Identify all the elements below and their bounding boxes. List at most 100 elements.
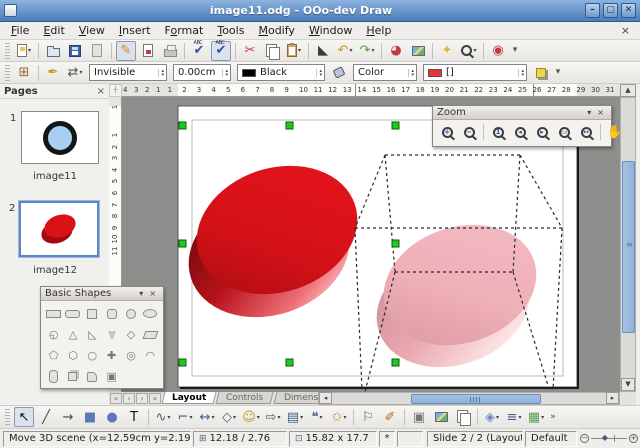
spinner-arrows[interactable]: ▴▾ <box>408 69 414 77</box>
cube-shape[interactable] <box>63 366 82 387</box>
diamond-shape[interactable]: ◇ <box>121 324 140 345</box>
cylinder-shape[interactable] <box>44 366 63 387</box>
new-document-dropdown[interactable]: ▾ <box>28 47 31 54</box>
from-file-icon[interactable] <box>431 407 451 427</box>
alignment-dropdown[interactable]: ▾ <box>518 414 521 421</box>
ellipse-icon[interactable]: ● <box>102 407 122 427</box>
isosceles-triangle-shape[interactable]: △ <box>63 324 82 345</box>
horizontal-scroll-thumb[interactable] <box>411 394 541 404</box>
text-icon[interactable]: T <box>124 407 144 427</box>
fill-type-select[interactable]: Color ▴▾ <box>353 64 417 81</box>
undo-icon[interactable]: ↶▾ <box>335 41 355 61</box>
scroll-up-button[interactable]: ▲ <box>620 84 636 97</box>
lines-and-arrows-dropdown[interactable]: ▾ <box>211 414 214 421</box>
toolbar-grip[interactable] <box>5 43 10 59</box>
document-as-email-icon[interactable] <box>87 41 107 61</box>
fill-color-select[interactable]: [] ▴▾ <box>423 64 527 81</box>
basic-shapes-icon[interactable]: ◇▾ <box>219 407 239 427</box>
open-icon[interactable] <box>43 41 63 61</box>
line-ends-arrow-icon[interactable]: → <box>58 407 78 427</box>
undo-dropdown[interactable]: ▾ <box>349 47 352 54</box>
ring-shape[interactable]: ◎ <box>121 345 140 366</box>
transformations-dropdown[interactable]: ▾ <box>496 414 499 421</box>
block-arc-shape[interactable]: ◠ <box>141 345 160 366</box>
selection-handle[interactable] <box>179 240 186 247</box>
horizontal-scrollbar[interactable]: ◂ ▸ <box>318 392 620 405</box>
palette-close-icon[interactable]: × <box>146 289 159 298</box>
connector-dropdown[interactable]: ▾ <box>189 414 192 421</box>
menu-edit[interactable]: Edit <box>36 23 71 38</box>
shadow-icon[interactable] <box>531 63 551 83</box>
zoom-slider[interactable]: − ◆ + <box>580 434 638 443</box>
spinner-arrows[interactable]: ▴▾ <box>158 69 164 77</box>
menu-view[interactable]: View <box>72 23 112 38</box>
menu-file[interactable]: File <box>4 23 36 38</box>
palette-close-icon[interactable]: × <box>594 108 607 117</box>
callouts-dropdown[interactable]: ▾ <box>319 414 322 421</box>
toolbar-overflow-icon[interactable]: » <box>548 407 558 427</box>
vertical-scroll-thumb[interactable] <box>622 161 635 333</box>
close-button[interactable]: ✕ <box>621 3 636 18</box>
parallelogram-shape[interactable] <box>141 324 160 345</box>
insert-chart-icon[interactable]: ◕ <box>386 41 406 61</box>
tab-layout[interactable]: Layout <box>162 392 217 404</box>
octagon-shape[interactable]: ○ <box>83 345 102 366</box>
rectangle-shape[interactable] <box>44 303 63 324</box>
transformations-icon[interactable]: ◈▾ <box>482 407 502 427</box>
zoom-palette-titlebar[interactable]: Zoom ▾ × <box>433 106 611 120</box>
spellcheck-icon[interactable]: ✔ABC <box>189 41 209 61</box>
zoom-in-icon[interactable]: + <box>437 122 457 142</box>
arrange-icon[interactable]: ▦▾ <box>526 407 546 427</box>
titlebar[interactable]: image11.odg - OOo-dev Draw – ▢ ✕ <box>0 0 640 22</box>
arrange-dropdown[interactable]: ▾ <box>541 414 544 421</box>
status-style[interactable]: Default <box>525 431 577 447</box>
selection-handle[interactable] <box>392 359 399 366</box>
curve-icon[interactable]: ∿▾ <box>153 407 173 427</box>
zoom-in-slider-icon[interactable]: + <box>629 434 638 443</box>
redo-dropdown[interactable]: ▾ <box>371 47 374 54</box>
print-icon[interactable] <box>160 41 180 61</box>
select-icon[interactable]: ↖ <box>14 407 34 427</box>
line-width-spinner[interactable]: 0.00cm ▴▾ <box>173 64 231 81</box>
export-pdf-icon[interactable] <box>138 41 158 61</box>
save-icon[interactable] <box>65 41 85 61</box>
page-thumbnail-2[interactable] <box>19 201 99 257</box>
page-nav-button-1[interactable]: ‹ <box>123 393 135 404</box>
toolbar-grip[interactable] <box>5 409 10 425</box>
palette-menu-icon[interactable]: ▾ <box>136 289 146 298</box>
zoom-out-icon[interactable]: − <box>459 122 479 142</box>
selection-handle[interactable] <box>392 122 399 129</box>
menu-help[interactable]: Help <box>359 23 398 38</box>
maximize-button[interactable]: ▢ <box>603 3 618 18</box>
cut-icon[interactable]: ✂ <box>240 41 260 61</box>
selection-handle[interactable] <box>286 122 293 129</box>
line-color-select[interactable]: Black ▴▾ <box>237 64 325 81</box>
area-dialog-icon[interactable] <box>329 63 349 83</box>
format-paintbrush-icon[interactable]: ◣ <box>313 41 333 61</box>
toolbar-options-2-icon[interactable]: ▾ <box>553 63 563 83</box>
rounded-rectangle-shape[interactable] <box>63 303 82 324</box>
flowcharts-icon[interactable]: ▤▾ <box>285 407 305 427</box>
block-arrows-icon[interactable]: ⇨▾ <box>263 407 283 427</box>
styles-window-icon[interactable]: ⊞ <box>14 63 34 83</box>
autospellcheck-icon[interactable]: ✔ABC <box>211 41 231 61</box>
cross-shape[interactable]: ✚ <box>102 345 121 366</box>
stars-icon[interactable]: ✩▾ <box>329 407 349 427</box>
selection-handle[interactable] <box>392 240 399 247</box>
line-icon[interactable]: ╱ <box>36 407 56 427</box>
rectangle-icon[interactable]: ■ <box>80 407 100 427</box>
page-nav-button-3[interactable]: » <box>149 393 161 404</box>
basic-shapes-dropdown[interactable]: ▾ <box>233 414 236 421</box>
right-triangle-shape[interactable]: ◺ <box>83 324 102 345</box>
rounded-square-shape[interactable] <box>102 303 121 324</box>
flowcharts-dropdown[interactable]: ▾ <box>300 414 303 421</box>
arrow-style-dropdown[interactable]: ▾ <box>79 69 82 76</box>
zoom-entire-page-icon[interactable]: ▭ <box>554 122 574 142</box>
basic-shapes-titlebar[interactable]: Basic Shapes ▾ × <box>41 287 163 301</box>
zoom-next-icon[interactable]: ▸ <box>532 122 552 142</box>
page-thumbnail-1[interactable] <box>21 111 99 164</box>
zoom-previous-icon[interactable]: ◂ <box>510 122 530 142</box>
copy-icon[interactable] <box>262 41 282 61</box>
spinner-arrows[interactable]: ▴▾ <box>518 69 524 77</box>
line-dialog-icon[interactable]: ✒ <box>43 63 63 83</box>
